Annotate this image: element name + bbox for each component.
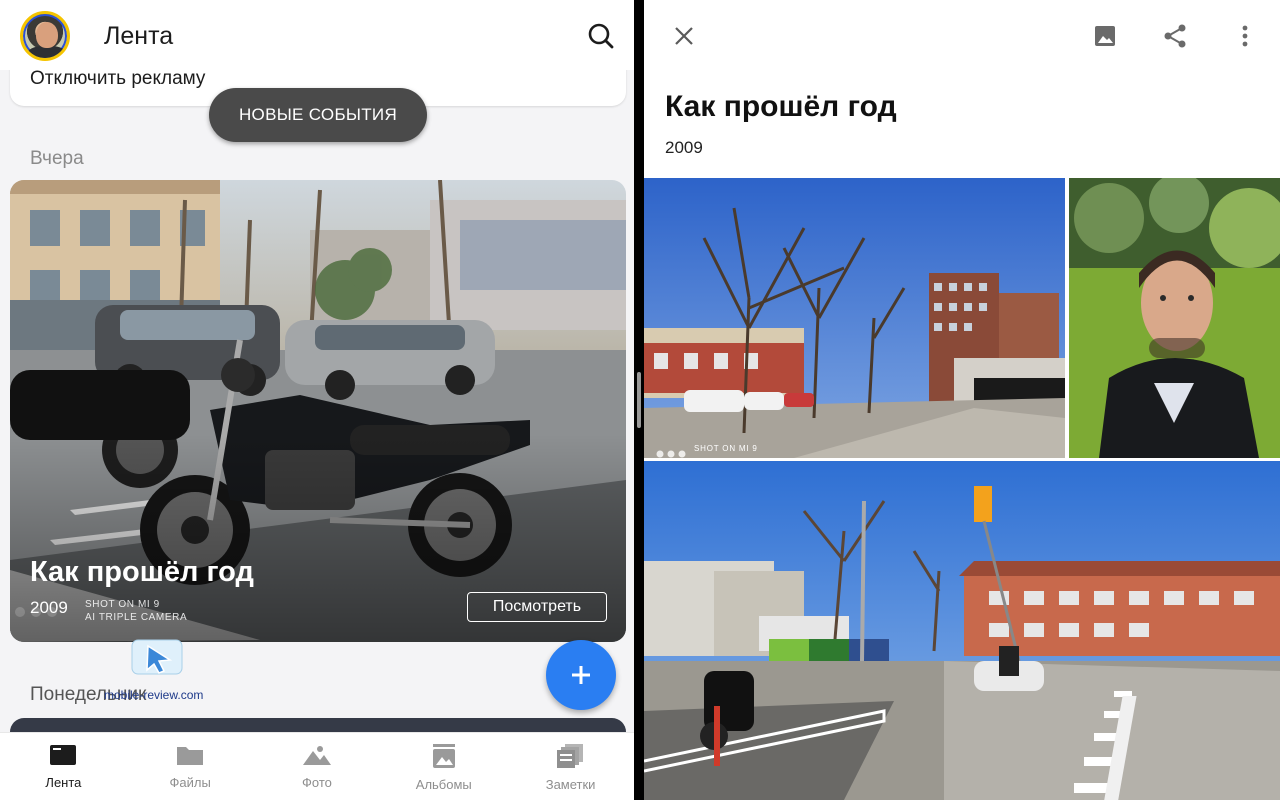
watermark-site: mobile-review.com xyxy=(104,688,204,702)
more-icon[interactable] xyxy=(1229,20,1261,52)
nav-albums-label: Альбомы xyxy=(415,777,472,792)
split-handle[interactable] xyxy=(637,372,641,428)
close-icon[interactable] xyxy=(668,20,700,52)
mobile-review-logo xyxy=(128,636,188,691)
story-title: Как прошёл год xyxy=(30,556,254,588)
bottom-nav: Лента Файлы Фото Альбомы Заметки xyxy=(0,732,634,800)
split-screen: Отключить рекламу Лента НОВЫЕ СОБЫТИЯ Вч… xyxy=(0,0,1280,800)
detail-pane: Как прошёл год 2009 SHOT ON MI 9 xyxy=(644,0,1280,800)
add-button[interactable] xyxy=(546,640,616,710)
photo-watermark: SHOT ON MI 9 xyxy=(694,444,758,453)
nav-feed-label: Лента xyxy=(45,775,82,790)
story-card[interactable]: Как прошёл год 2009 SHOT ON MI 9 AI TRIP… xyxy=(10,180,626,642)
camera-watermark: SHOT ON MI 9 AI TRIPLE CAMERA xyxy=(85,598,187,624)
disable-ads-link[interactable]: Отключить рекламу xyxy=(30,68,205,90)
nav-notes[interactable]: Заметки xyxy=(507,733,634,800)
folder-icon xyxy=(177,747,204,765)
detail-year: 2009 xyxy=(665,138,703,157)
nav-notes-label: Заметки xyxy=(545,777,596,792)
albums-icon xyxy=(432,744,455,768)
new-events-button[interactable]: НОВЫЕ СОБЫТИЯ xyxy=(209,88,427,142)
feed-topbar: Лента xyxy=(0,0,634,70)
nav-files[interactable]: Файлы xyxy=(127,733,254,800)
photo-icon xyxy=(302,746,331,765)
view-story-button[interactable]: Посмотреть xyxy=(467,592,607,622)
nav-files-label: Файлы xyxy=(169,775,211,790)
page-title: Лента xyxy=(104,22,174,50)
share-icon[interactable] xyxy=(1159,20,1191,52)
avatar[interactable] xyxy=(20,11,70,61)
nav-albums[interactable]: Альбомы xyxy=(380,733,507,800)
image-icon[interactable] xyxy=(1089,20,1121,52)
photo-street-trees[interactable]: SHOT ON MI 9 xyxy=(644,178,1065,458)
camera-watermark-line2: AI TRIPLE CAMERA xyxy=(85,612,188,623)
photo-portrait[interactable] xyxy=(1069,178,1280,458)
nav-photo[interactable]: Фото xyxy=(254,733,381,800)
feed-icon xyxy=(50,745,77,765)
feed-pane: Отключить рекламу Лента НОВЫЕ СОБЫТИЯ Вч… xyxy=(0,0,634,800)
search-icon[interactable] xyxy=(584,19,618,53)
story-year: 2009 xyxy=(30,598,68,617)
detail-title: Как прошёл год xyxy=(665,90,897,123)
notes-icon xyxy=(556,744,583,768)
photo-crossroad[interactable] xyxy=(644,461,1280,800)
camera-watermark-line1: SHOT ON MI 9 xyxy=(85,599,160,610)
nav-photo-label: Фото xyxy=(302,775,332,790)
section-yesterday: Вчера xyxy=(30,148,84,169)
split-divider xyxy=(634,0,644,800)
nav-feed[interactable]: Лента xyxy=(0,733,127,800)
